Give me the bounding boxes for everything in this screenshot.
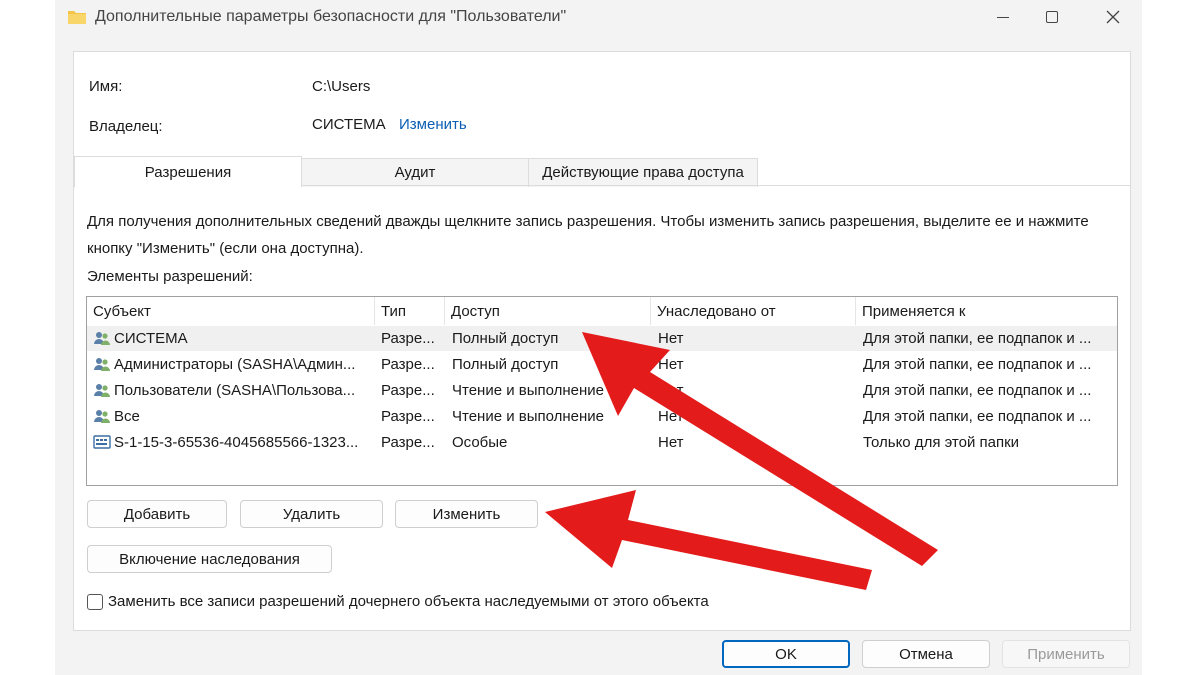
name-label: Имя: bbox=[89, 78, 123, 95]
enable-inheritance-button[interactable]: Включение наследования bbox=[87, 545, 332, 573]
title-bar: Дополнительные параметры безопасности дл… bbox=[55, 0, 1142, 36]
table-row[interactable]: СИСТЕМА Разре... Полный доступ Нет Для э… bbox=[87, 326, 1117, 351]
tab-effective-access[interactable]: Действующие права доступа bbox=[528, 158, 758, 187]
tab-permissions[interactable]: Разрешения bbox=[74, 156, 302, 187]
column-type[interactable]: Тип bbox=[375, 297, 445, 325]
cell-type: Разре... bbox=[381, 434, 435, 451]
cell-applies: Для этой папки, ее подпапок и ... bbox=[863, 356, 1092, 373]
cell-applies: Только для этой папки bbox=[863, 434, 1020, 451]
cell-access: Полный доступ bbox=[452, 356, 559, 373]
replace-child-permissions-checkbox[interactable] bbox=[87, 594, 103, 610]
cell-subject: СИСТЕМА bbox=[114, 330, 188, 347]
owner-value: СИСТЕМА bbox=[312, 116, 386, 133]
cell-type: Разре... bbox=[381, 356, 435, 373]
cell-access: Чтение и выполнение bbox=[452, 382, 605, 399]
minimize-icon[interactable] bbox=[981, 4, 1025, 30]
cell-subject: Пользователи (SASHA\Пользова... bbox=[114, 382, 356, 399]
cancel-button[interactable]: Отмена bbox=[862, 640, 990, 668]
cell-subject: Администраторы (SASHA\Админ... bbox=[114, 356, 356, 373]
column-applies-to[interactable]: Применяется к bbox=[856, 297, 1117, 325]
column-access[interactable]: Доступ bbox=[445, 297, 651, 325]
cell-type: Разре... bbox=[381, 408, 435, 425]
owner-label: Владелец: bbox=[89, 118, 163, 135]
permission-entries-label: Элементы разрешений: bbox=[87, 268, 253, 285]
column-subject[interactable]: Субъект bbox=[87, 297, 375, 325]
cell-applies: Для этой папки, ее подпапок и ... bbox=[863, 382, 1092, 399]
content-panel: Имя: C:\Users Владелец: СИСТЕМА Изменить… bbox=[73, 51, 1131, 631]
table-row[interactable]: Пользователи (SASHA\Пользова... Разре...… bbox=[87, 378, 1117, 403]
permission-entries-table[interactable]: Субъект Тип Доступ Унаследовано от Приме… bbox=[86, 296, 1118, 486]
users-group-icon bbox=[93, 356, 111, 376]
cell-access: Полный доступ bbox=[452, 330, 559, 347]
cell-applies: Для этой папки, ее подпапок и ... bbox=[863, 330, 1092, 347]
app-package-icon bbox=[93, 434, 111, 454]
cell-subject: S-1-15-3-65536-4045685566-1323... bbox=[114, 434, 359, 451]
security-dialog: Дополнительные параметры безопасности дл… bbox=[55, 0, 1142, 675]
cell-inherited: Нет bbox=[658, 382, 684, 399]
cell-inherited: Нет bbox=[658, 408, 684, 425]
ok-button[interactable]: OK bbox=[722, 640, 850, 668]
info-text: Для получения дополнительных сведений дв… bbox=[87, 213, 1089, 257]
edit-button[interactable]: Изменить bbox=[395, 500, 538, 528]
table-row[interactable]: Администраторы (SASHA\Админ... Разре... … bbox=[87, 352, 1117, 377]
users-group-icon bbox=[93, 382, 111, 402]
cell-subject: Все bbox=[114, 408, 140, 425]
table-row[interactable]: S-1-15-3-65536-4045685566-1323... Разре.… bbox=[87, 430, 1117, 455]
tab-audit[interactable]: Аудит bbox=[301, 158, 529, 187]
cell-type: Разре... bbox=[381, 330, 435, 347]
users-group-icon bbox=[93, 330, 111, 350]
table-row[interactable]: Все Разре... Чтение и выполнение Нет Для… bbox=[87, 404, 1117, 429]
column-inherited-from[interactable]: Унаследовано от bbox=[651, 297, 856, 325]
cell-inherited: Нет bbox=[658, 434, 684, 451]
maximize-icon[interactable] bbox=[1030, 4, 1074, 30]
add-button[interactable]: Добавить bbox=[87, 500, 227, 528]
apply-button[interactable]: Применить bbox=[1002, 640, 1130, 668]
name-value: C:\Users bbox=[312, 78, 371, 95]
tab-divider bbox=[301, 185, 1130, 186]
users-group-icon bbox=[93, 408, 111, 428]
close-icon[interactable] bbox=[1091, 4, 1135, 30]
cell-type: Разре... bbox=[381, 382, 435, 399]
cell-access: Чтение и выполнение bbox=[452, 408, 605, 425]
window-title: Дополнительные параметры безопасности дл… bbox=[95, 8, 567, 25]
remove-button[interactable]: Удалить bbox=[240, 500, 383, 528]
change-owner-link[interactable]: Изменить bbox=[399, 116, 467, 133]
cell-applies: Для этой папки, ее подпапок и ... bbox=[863, 408, 1092, 425]
cell-inherited: Нет bbox=[658, 330, 684, 347]
replace-child-permissions-label[interactable]: Заменить все записи разрешений дочернего… bbox=[108, 593, 709, 610]
folder-icon bbox=[67, 8, 87, 30]
cell-inherited: Нет bbox=[658, 356, 684, 373]
cell-access: Особые bbox=[452, 434, 508, 451]
